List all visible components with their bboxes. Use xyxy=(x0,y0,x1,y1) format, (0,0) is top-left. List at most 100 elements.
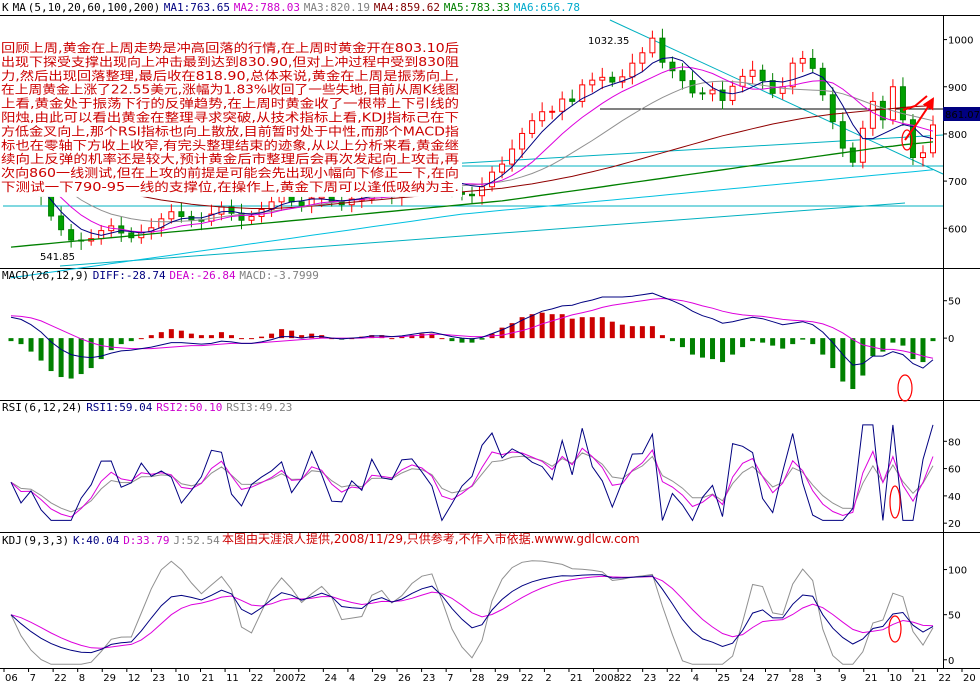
main-header-ma3-value: MA3:820.19 xyxy=(304,1,370,14)
kdj-ytick-label: 50 xyxy=(948,611,961,622)
low-price-label: 541.85 xyxy=(40,252,75,263)
macd-bar xyxy=(138,338,144,340)
candle-body xyxy=(168,211,175,220)
candle-body xyxy=(899,86,906,121)
x-tick-label: 4 xyxy=(693,673,699,683)
x-tick-label: 26 xyxy=(398,673,411,683)
candle-body xyxy=(559,98,566,112)
x-tick-label: 28 xyxy=(791,673,804,683)
price-ytick-label: 900 xyxy=(948,83,967,94)
candle-body xyxy=(849,147,856,163)
high-price-label: 1032.35 xyxy=(588,36,629,47)
kdj-ytick-label: 100 xyxy=(948,566,967,577)
rsi-ytick-label: 40 xyxy=(948,492,961,503)
commentary-line: 续向上反弹的机率还是较大,预计黄金后市整理后会再次发起向上攻击,再 xyxy=(1,151,459,166)
candle-body xyxy=(68,229,75,241)
macd-bar xyxy=(750,338,756,342)
rsi-highlight-ellipse xyxy=(889,485,901,519)
x-tick-label: 7 xyxy=(30,673,36,683)
x-tick-label: 22 xyxy=(668,673,681,683)
x-tick-label: 10 xyxy=(889,673,902,683)
macd-bar xyxy=(800,338,806,340)
main-header-ma-params: (5,10,20,60,100,200) xyxy=(28,1,160,14)
kdj-note: 本图由天涯浪人提供,2008/11/29,只供参考,不作入市依据.wwww.gd… xyxy=(222,531,640,546)
macd-bar xyxy=(840,338,846,382)
macd-bar xyxy=(549,314,555,339)
macd-bar xyxy=(760,338,766,343)
x-tick-label: 23 xyxy=(644,673,657,683)
commentary-line: 下测试一下790-95一线的支撑位,在操作上,黄金下周可以逢低吸纳为主. xyxy=(1,179,459,194)
macd-bar xyxy=(178,330,184,339)
macd-bar xyxy=(780,338,786,349)
kdj-header-name: KDJ xyxy=(2,534,22,547)
macd-bar xyxy=(198,335,204,339)
x-tick-label: 2008 xyxy=(595,673,620,683)
x-tick-label: 2 xyxy=(545,673,551,683)
macd-bar xyxy=(118,338,124,345)
x-tick-label: 9 xyxy=(840,673,846,683)
candle-body xyxy=(599,76,606,81)
macd-bar xyxy=(228,335,234,339)
candle-body xyxy=(789,62,796,88)
current-price-label: 861.07 xyxy=(945,110,980,121)
commentary-line: 上看,黄金处于振荡下行的反弹趋势,在上周时黄金收了一根带上下引线的 xyxy=(1,96,459,111)
x-tick-label: 21 xyxy=(865,673,878,683)
macd-highlight-ellipse xyxy=(897,374,913,402)
commentary-line: 回顾上周,黄金在上周走势是冲高回落的行情,在上周时黄金开在803.10后 xyxy=(1,40,459,55)
rsi3-line xyxy=(10,452,934,513)
rsi-ytick-label: 20 xyxy=(948,519,961,530)
macd-header-value-2: DEA:-26.84 xyxy=(169,269,236,282)
candle-body xyxy=(709,89,716,95)
commentary-line: 阳烛,由此可以看出黄金在整理寻求突破,从技术指标上看,KDJ指标己在下 xyxy=(1,110,459,125)
x-tick-label: 7 xyxy=(447,673,453,683)
x-tick-label: 22 xyxy=(938,673,951,683)
rsi-header-value-1: RSI1:59.04 xyxy=(86,401,153,414)
kdj-header-params: (9,3,3) xyxy=(23,534,69,547)
candle-body xyxy=(539,111,546,122)
candle-body xyxy=(479,186,486,197)
x-tick-label: 21 xyxy=(202,673,215,683)
x-tick-label: 29 xyxy=(496,673,509,683)
macd-bar xyxy=(810,338,816,345)
commentary-line: 出现下探受支撑出现向上冲击最到达到830.90,但对上冲过程中受到830阻 xyxy=(1,54,459,69)
candle-body xyxy=(529,120,536,134)
macd-bar xyxy=(820,338,826,355)
kdj-d-line xyxy=(10,575,934,649)
rsi-header-params: (6,12,24) xyxy=(23,401,83,414)
kdj-ytick-label: 0 xyxy=(948,656,954,667)
x-tick-label: 22 xyxy=(251,673,264,683)
macd-bar xyxy=(599,317,605,339)
weekly-gold-chart: 6007008009001000050204060800501001032.35… xyxy=(0,1,980,683)
x-tick-label: 28 xyxy=(472,673,485,683)
candle-body xyxy=(509,148,516,165)
macd-bar xyxy=(619,324,625,339)
macd-bar xyxy=(168,329,174,339)
x-tick-label: 29 xyxy=(373,673,386,683)
macd-bar xyxy=(158,332,164,339)
macd-bar xyxy=(639,326,645,339)
candle-body xyxy=(749,69,756,77)
main-header-ma2-value: MA2:788.03 xyxy=(234,1,300,14)
kdj-header-value-2: D:33.79 xyxy=(123,534,169,547)
macd-ytick-label: 50 xyxy=(948,297,961,308)
candle-body xyxy=(809,57,816,69)
macd-bar xyxy=(720,338,726,363)
macd-bar xyxy=(669,338,675,342)
commentary-line: 标也在零轴下方收上收窄,有完头整理结束的迹象,从以上分析来看,黄金继 xyxy=(1,137,459,152)
macd-bar xyxy=(459,338,465,343)
x-tick-label: 23 xyxy=(423,673,436,683)
x-tick-label: 24 xyxy=(742,673,755,683)
rsi-header-value-2: RSI2:50.10 xyxy=(156,401,222,414)
price-ytick-label: 600 xyxy=(948,224,967,235)
macd-bar xyxy=(18,338,24,345)
macd-bar xyxy=(659,335,665,339)
candle-body xyxy=(589,79,596,86)
macd-bar xyxy=(38,338,44,361)
commentary-line: 在上周黄金上涨了22.55美元,涨幅为1.83%收回了一些失地,目前从周K线图 xyxy=(1,82,459,97)
macd-bar xyxy=(770,338,776,346)
commentary-line: 方低金叉向上,那个RSI指标也向上散放,目前暂时处于中性,而那个MACD指 xyxy=(1,123,459,138)
candle-body xyxy=(859,127,866,163)
candle-body xyxy=(839,121,846,149)
x-tick-label: 8 xyxy=(79,673,85,683)
macd-bar xyxy=(730,338,736,355)
